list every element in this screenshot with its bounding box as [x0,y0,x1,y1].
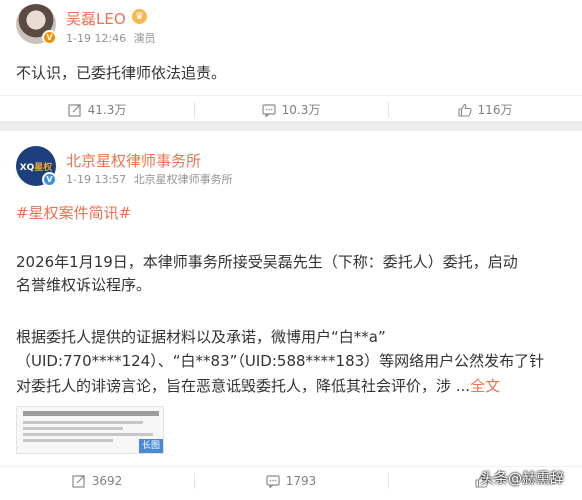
post-source: 演员 [133,32,156,45]
comment-count: 1793 [285,473,317,488]
thumbnail-line [23,421,143,424]
like-button[interactable]: 116万 [388,96,582,123]
like-count: 116万 [477,103,513,117]
post-paragraph: 2026年1月19日，本律师事务所接受吴磊先生（下称：委托人）委托，启动 [16,253,518,271]
post-meta: 1-19 13:57 北京星权律师事务所 [66,171,237,187]
attached-image-thumbnail[interactable]: 长图 [16,406,164,454]
avatar-logo: XQ星权 [19,162,53,173]
long-image-badge: 长图 [139,439,163,453]
post-paragraph: 名誉维权诉讼程序。 [16,276,152,294]
crown-icon: ♛ [132,9,147,24]
thumbnail-line [23,427,123,430]
author-name[interactable]: 吴磊LEO [66,8,126,29]
action-bar: 41.3万 10.3万 116万 [0,95,582,123]
post-card-1: V 吴磊LEO ♛ 1-19 12:46 演员 不认识，已委托律师依法追责。 4… [0,0,582,121]
post-paragraph: （UID:770****124）、“白**83”（UID:588****183）… [16,352,545,370]
watermark: 头条@赫熏辞 [480,471,564,487]
thumbnail-line [23,439,113,442]
weibo-feed: V 吴磊LEO ♛ 1-19 12:46 演员 不认识，已委托律师依法追责。 4… [0,0,582,500]
thumbnail-line [23,433,153,436]
hashtag-link[interactable]: #星权案件简讯# [16,202,131,223]
thumbs-up-icon [457,103,472,117]
author-name[interactable]: 北京星权律师事务所 [66,150,201,171]
post-date: 1-19 12:46 [66,32,127,45]
comment-icon [262,103,276,117]
post-meta: 1-19 12:46 演员 [66,30,160,46]
verified-badge-icon: V [42,30,57,45]
repost-button[interactable]: 3692 [0,467,194,494]
comment-button[interactable]: 1793 [194,467,388,494]
thumbnail-header [23,411,159,416]
repost-icon [72,474,86,488]
post-date: 1-19 13:57 [66,173,127,186]
comment-icon [266,474,280,488]
post-source: 北京星权律师事务所 [133,173,233,186]
comment-button[interactable]: 10.3万 [194,96,388,123]
full-text-link[interactable]: 全文 [470,377,500,395]
repost-count: 3692 [91,473,123,488]
repost-icon [68,103,82,117]
verified-badge-icon: V [42,172,57,187]
repost-count: 41.3万 [87,103,127,117]
post-paragraph: 根据委托人提供的证据材料以及承诺，微博用户“白**a” [16,328,386,346]
post-text: 不认识，已委托律师依法追责。 [16,64,227,82]
repost-button[interactable]: 41.3万 [0,96,194,123]
post-paragraph: 对委托人的诽谤言论，旨在恶意诋毁委托人，降低其社会评价，涉 ...全文 [16,374,500,399]
post-paragraph-text: 对委托人的诽谤言论，旨在恶意诋毁委托人，降低其社会评价，涉 ... [16,377,471,395]
comment-count: 10.3万 [281,103,321,117]
